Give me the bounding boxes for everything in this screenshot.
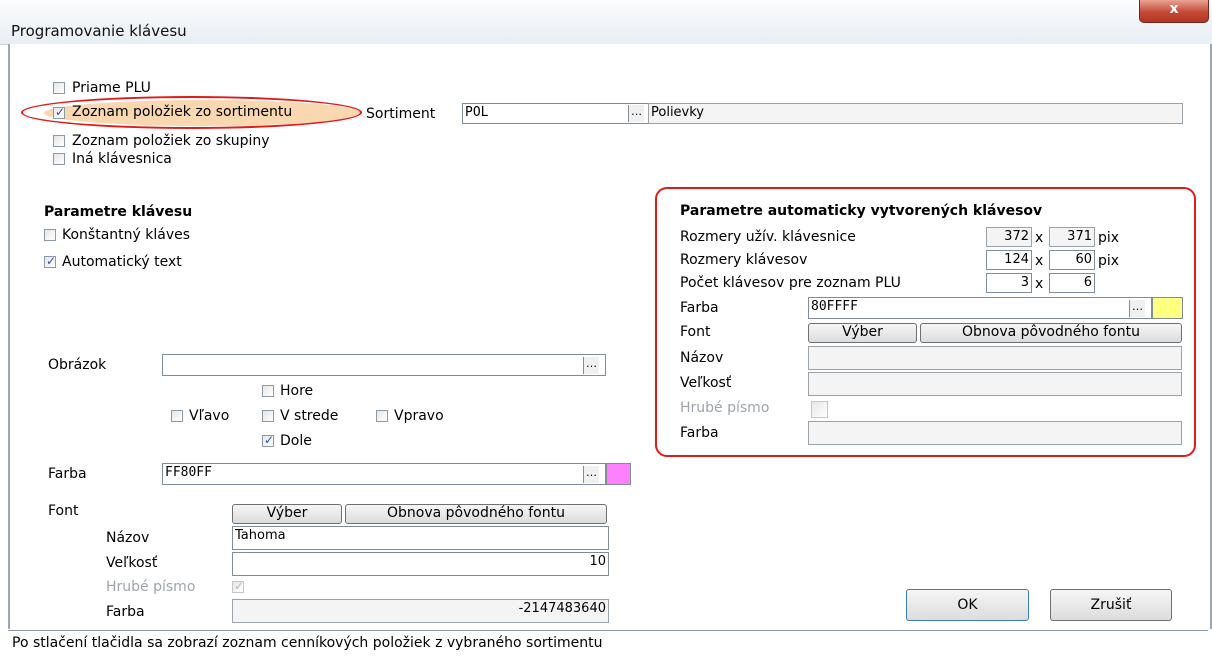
auto-uziv-h: 371 [1049,227,1095,247]
auto-text-checkbox[interactable]: ✓ [44,254,57,268]
auto-pocet-y-value: 6 [1083,275,1092,290]
check-icon: ✓ [45,254,57,268]
font-name-value: Tahoma [235,528,286,543]
auto-font-label: Font [680,324,711,340]
auto-font-select-button[interactable]: Výber [808,323,917,343]
auto-uziv-label: Rozmery užív. klávesnice [680,229,856,245]
dole-checkbox[interactable]: ✓ [262,433,275,447]
close-button[interactable]: x [1139,0,1209,23]
dole-label: Dole [280,433,312,449]
ok-button[interactable]: OK [906,589,1029,621]
zoznam-skupiny-label: Zoznam položiek zo skupiny [72,133,270,149]
auto-klav-label: Rozmery klávesov [680,252,808,268]
font-reset-button[interactable]: Obnova pôvodného fontu [345,504,607,524]
image-browse-button[interactable]: … [583,357,599,374]
color-input[interactable]: FF80FF [162,463,606,485]
cancel-button[interactable]: Zrušiť [1050,589,1172,621]
auto-heading: Parametre automaticky vytvorených kláves… [680,203,1043,219]
sortiment-label: Sortiment [366,106,436,122]
auto-uziv-w: 372 [986,227,1032,247]
annotation-ellipse [21,96,362,129]
auto-font-name-field [808,346,1182,370]
image-label: Obrázok [48,357,107,373]
font-name-field[interactable]: Tahoma [232,526,609,550]
auto-pocet-x[interactable]: 3 [986,273,1032,293]
vlavo-checkbox[interactable] [171,410,183,422]
auto-uziv-h-value: 371 [1067,229,1092,244]
auto-text-label: Automatický text [62,254,182,270]
priame-plu-checkbox[interactable] [53,82,65,94]
auto-color-value: 80FFFF [811,299,858,314]
v-strede-label: V strede [280,408,339,424]
window-title: Programovanie klávesu [11,22,187,40]
check-icon: ✓ [233,579,245,593]
font-name-label: Názov [106,530,150,546]
auto-font-size-field [808,372,1182,396]
auto-font-size-label: Veľkosť [680,375,732,391]
ina-klavesnica-label: Iná klávesnica [72,151,172,167]
auto-font-color-label: Farba [680,425,719,441]
color-label: Farba [48,466,87,482]
auto-klav-w[interactable]: 124 [986,250,1032,270]
ina-klavesnica-checkbox[interactable] [53,153,65,165]
font-color-field: -2147483640 [232,599,609,623]
font-size-label: Veľkosť [106,555,158,571]
konstantny-checkbox[interactable] [44,229,56,241]
konstantny-label: Konštantný kláves [62,227,191,243]
zoznam-skupiny-checkbox[interactable] [53,135,65,147]
auto-pocet-label: Počet klávesov pre zoznam PLU [680,275,901,291]
check-icon: ✓ [263,433,275,447]
image-input[interactable] [162,354,606,376]
font-color-label: Farba [106,604,145,620]
auto-pocet-x-value: 3 [1020,275,1029,290]
auto-uziv-unit: pix [1098,230,1120,246]
auto-color-label: Farba [680,300,719,316]
color-browse-button[interactable]: … [583,466,599,483]
auto-klav-x: x [1035,253,1044,269]
auto-color-input[interactable]: 80FFFF [808,297,1152,319]
auto-font-bold-label: Hrubé písmo [680,400,770,416]
sortiment-name-field: Polievky [648,103,1183,124]
auto-color-swatch [1152,297,1183,319]
sortiment-code-value: POL [465,105,489,120]
params-heading: Parametre klávesu [44,204,193,220]
auto-klav-h[interactable]: 60 [1049,250,1095,270]
auto-pocet-sep: x [1035,276,1044,292]
font-label: Font [48,503,79,519]
color-swatch [606,463,631,485]
font-color-value: -2147483640 [518,601,606,616]
auto-font-reset-button[interactable]: Obnova pôvodného fontu [920,323,1182,343]
sortiment-browse-button[interactable]: … [628,105,644,122]
auto-uziv-w-value: 372 [1004,229,1029,244]
auto-color-browse-button[interactable]: … [1129,300,1145,317]
sortiment-code-input[interactable]: POL [462,103,651,124]
vlavo-label: Vľavo [189,408,230,424]
auto-font-name-label: Názov [680,350,724,366]
font-select-button[interactable]: Výber [232,504,342,524]
auto-klav-w-value: 124 [1004,252,1029,267]
close-icon: x [1169,1,1179,17]
status-text: Po stlačení tlačidla sa zobrazí zoznam c… [12,635,603,651]
hore-label: Hore [280,383,314,399]
font-bold-label: Hrubé písmo [106,579,196,595]
auto-klav-unit: pix [1098,253,1120,269]
font-bold-checkbox[interactable]: ✓ [232,579,245,593]
font-size-value: 10 [589,554,606,569]
auto-pocet-y[interactable]: 6 [1049,273,1095,293]
auto-klav-h-value: 60 [1075,252,1092,267]
hore-checkbox[interactable] [262,385,274,397]
v-strede-checkbox[interactable] [262,410,274,422]
auto-font-color-field [808,421,1182,445]
auto-uziv-x: x [1035,230,1044,246]
color-value: FF80FF [165,465,212,480]
priame-plu-label: Priame PLU [72,80,151,96]
font-size-field[interactable]: 10 [232,552,609,576]
status-bar: Po stlačení tlačidla sa zobrazí zoznam c… [8,630,1208,658]
annotation-box [655,187,1196,457]
auto-font-bold-checkbox[interactable] [811,401,828,418]
vpravo-checkbox[interactable] [376,410,388,422]
vpravo-label: Vpravo [394,408,444,424]
sortiment-name-value: Polievky [651,105,705,120]
